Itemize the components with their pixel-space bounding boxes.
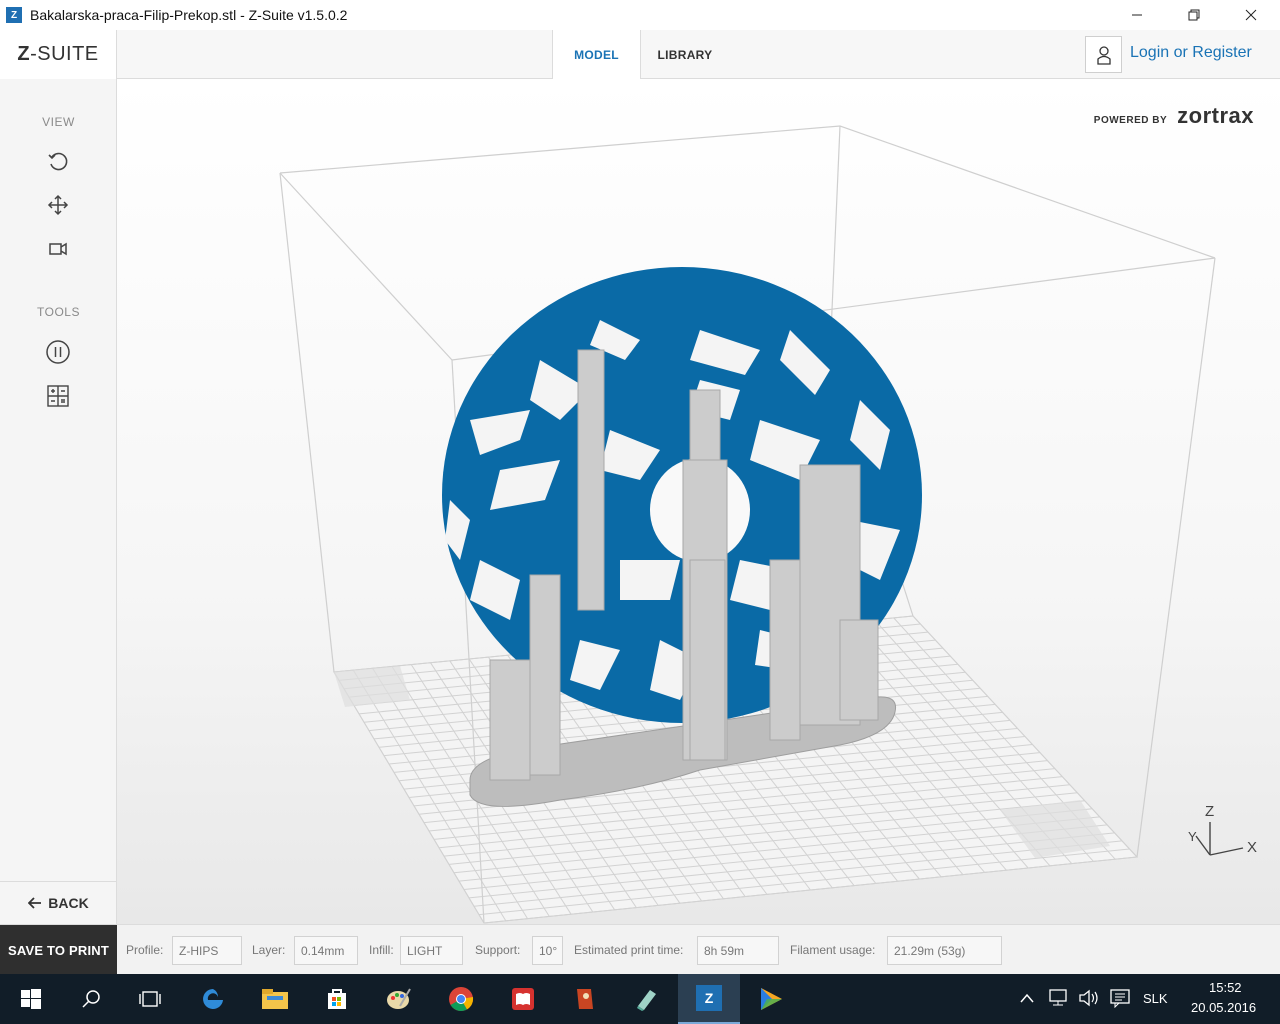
axis-x-label: X bbox=[1247, 839, 1258, 856]
support-field[interactable]: 10° bbox=[532, 936, 563, 965]
profile-label: Profile: bbox=[126, 943, 164, 957]
network-icon[interactable] bbox=[1048, 989, 1070, 1007]
app-icon: Z bbox=[6, 7, 22, 23]
tab-model[interactable]: MODEL bbox=[552, 30, 641, 80]
back-label: BACK bbox=[48, 895, 89, 911]
clock-time[interactable]: 15:52 bbox=[1209, 980, 1242, 995]
chevron-up-icon[interactable] bbox=[1020, 992, 1034, 1004]
task-view-icon[interactable] bbox=[119, 974, 181, 1024]
zsuite-logo: Z -SUITE bbox=[0, 30, 117, 79]
axis-y-label: Y bbox=[1188, 829, 1197, 844]
clock-date[interactable]: 20.05.2016 bbox=[1191, 1000, 1256, 1015]
calculator-icon[interactable] bbox=[45, 383, 71, 409]
axis-z-label: Z bbox=[1205, 803, 1215, 820]
print-time-label: Estimated print time: bbox=[574, 943, 684, 957]
restore-button[interactable] bbox=[1165, 0, 1222, 30]
filament-field: 21.29m (53g) bbox=[887, 936, 1002, 965]
app-green-icon[interactable] bbox=[616, 974, 678, 1024]
minimize-icon bbox=[1131, 14, 1142, 16]
layer-label: Layer: bbox=[252, 943, 286, 957]
left-sidebar: VIEW TOOLS BACK bbox=[0, 79, 117, 924]
login-register-link[interactable]: Login or Register bbox=[1130, 44, 1252, 62]
bottom-status-bar: SAVE TO PRINT Profile: Z-HIPS Layer: 0.1… bbox=[0, 924, 1280, 975]
window-title: Bakalarska-praca-Filip-Prekop.stl - Z-Su… bbox=[30, 7, 348, 23]
windows-taskbar: Z SLK 15:52 20.05.2016 bbox=[0, 974, 1280, 1024]
volume-icon[interactable] bbox=[1078, 989, 1100, 1007]
tools-section-label: TOOLS bbox=[37, 305, 80, 319]
filament-label: Filament usage: bbox=[790, 943, 876, 957]
axis-indicator bbox=[1195, 822, 1244, 856]
minimize-button[interactable] bbox=[1108, 0, 1165, 30]
arrow-left-icon bbox=[28, 897, 42, 909]
user-button[interactable] bbox=[1085, 36, 1122, 73]
back-button[interactable]: BACK bbox=[0, 881, 117, 924]
user-icon bbox=[1096, 45, 1111, 65]
pause-icon[interactable] bbox=[45, 339, 71, 365]
explorer-icon[interactable] bbox=[244, 974, 306, 1024]
profile-field[interactable]: Z-HIPS bbox=[172, 936, 242, 965]
restore-icon bbox=[1188, 9, 1199, 21]
infill-field[interactable]: LIGHT bbox=[400, 936, 463, 965]
chrome-icon[interactable] bbox=[430, 974, 492, 1024]
paint-icon[interactable] bbox=[368, 974, 430, 1024]
print-time-field: 8h 59m bbox=[697, 936, 779, 965]
app-header: Z -SUITE MODEL LIBRARY Login or Register bbox=[0, 30, 1280, 80]
view-section-label: VIEW bbox=[42, 115, 75, 129]
title-bar: Z Bakalarska-praca-Filip-Prekop.stl - Z-… bbox=[0, 0, 1280, 30]
layer-field[interactable]: 0.14mm bbox=[294, 936, 358, 965]
media-icon[interactable] bbox=[740, 974, 802, 1024]
tab-library[interactable]: LIBRARY bbox=[641, 30, 729, 79]
search-icon[interactable] bbox=[60, 974, 122, 1024]
save-to-print-button[interactable]: SAVE TO PRINT bbox=[0, 925, 117, 975]
close-button[interactable] bbox=[1222, 0, 1279, 30]
start-icon[interactable] bbox=[0, 974, 62, 1024]
store-icon[interactable] bbox=[306, 974, 368, 1024]
zsuite-icon[interactable]: Z bbox=[678, 974, 740, 1024]
rotate-icon[interactable] bbox=[45, 148, 71, 174]
notification-icon[interactable] bbox=[1109, 988, 1131, 1008]
camera-icon[interactable] bbox=[45, 236, 71, 262]
edge-icon[interactable] bbox=[182, 974, 244, 1024]
infill-label: Infill: bbox=[369, 943, 394, 957]
app-red-icon[interactable] bbox=[554, 974, 616, 1024]
scene bbox=[279, 125, 1244, 924]
support-label: Support: bbox=[475, 943, 521, 957]
pan-icon[interactable] bbox=[45, 192, 71, 218]
close-icon bbox=[1245, 9, 1256, 21]
3d-viewport[interactable]: POWERED BY zortrax Z Y X bbox=[117, 79, 1280, 924]
reader-icon[interactable] bbox=[492, 974, 554, 1024]
language-indicator[interactable]: SLK bbox=[1143, 991, 1168, 1006]
